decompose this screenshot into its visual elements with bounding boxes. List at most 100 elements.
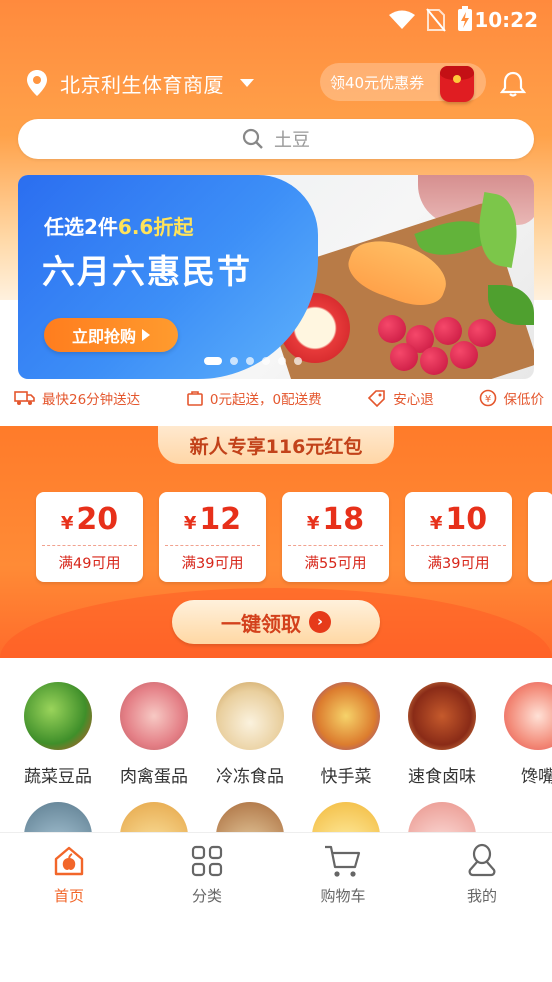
feature-label: 0元起送，0配送费 — [209, 392, 322, 408]
coupon-card[interactable]: ¥18 满55可用 — [282, 492, 389, 582]
banner-subtitle-highlight: 6.6折起 — [117, 215, 194, 239]
coupon-divider — [42, 545, 137, 546]
svg-text:¥: ¥ — [485, 394, 491, 405]
location-selector[interactable]: 北京利生体育商厦 — [26, 66, 254, 100]
chevron-down-icon — [240, 79, 254, 87]
red-envelope-icon — [440, 66, 474, 102]
promo-title: 新人专享116元红包 — [158, 426, 394, 464]
currency-symbol: ¥ — [60, 513, 74, 534]
service-features: 最快26分钟送达 0元起送，0配送费 安心退 ¥ 保低价 — [14, 388, 544, 408]
coupon-label: 领40元优惠券 — [330, 73, 425, 92]
meat-image — [120, 682, 188, 750]
category-label: 冷冻食品 — [216, 767, 284, 787]
frozen-food-image — [216, 682, 284, 750]
cart-icon — [325, 845, 361, 877]
search-placeholder: 土豆 — [274, 130, 310, 151]
feature-safe-return: 安心退 — [367, 388, 434, 408]
lychee-image — [420, 347, 448, 375]
tab-category[interactable]: 分类 — [167, 841, 247, 906]
coupon-card[interactable]: ¥10 满39可用 — [405, 492, 512, 582]
category-frozen[interactable]: 冷冻食品 — [202, 682, 298, 787]
currency-symbol: ¥ — [306, 513, 320, 534]
pagination-dot[interactable] — [294, 357, 302, 365]
coupon-divider — [165, 545, 260, 546]
lychee-image — [434, 317, 462, 345]
tab-cart[interactable]: 购物车 — [303, 841, 383, 906]
no-sim-icon — [426, 8, 446, 32]
category-label: 馋嘴 — [521, 767, 552, 787]
location-name: 北京利生体育商厦 — [60, 72, 224, 97]
shield-tag-icon — [368, 390, 386, 407]
search-input[interactable]: 土豆 — [18, 119, 534, 159]
bottom-tab-bar: 首页 分类 购物车 我的 — [0, 832, 552, 982]
feature-label: 最快26分钟送达 — [42, 392, 141, 408]
coupon-card[interactable]: ¥12 满39可用 — [159, 492, 266, 582]
lychee-image — [390, 343, 418, 371]
promo-banner[interactable]: 任选2件6.6折起 六月六惠民节 立即抢购 — [18, 175, 534, 379]
pagination-dot[interactable] — [262, 357, 270, 365]
quick-dish-image — [312, 682, 380, 750]
pagination-dot[interactable] — [204, 357, 222, 365]
feature-free-delivery: 0元起送，0配送费 — [186, 388, 322, 408]
tab-label: 购物车 — [320, 887, 366, 905]
currency-symbol: ¥ — [183, 513, 197, 534]
coupon-list: ¥20 满49可用 ¥12 满39可用 ¥18 满55可用 ¥10 满39可用 — [36, 492, 552, 582]
coupon-divider — [411, 545, 506, 546]
category-quick-dishes[interactable]: 快手菜 — [298, 682, 394, 787]
pagination-dot[interactable] — [246, 357, 254, 365]
pagination-dot[interactable] — [230, 357, 238, 365]
category-vegetables[interactable]: 蔬菜豆品 — [10, 682, 106, 787]
category-label: 蔬菜豆品 — [24, 767, 92, 787]
braised-food-image — [408, 682, 476, 750]
coupon-card-partial[interactable] — [528, 492, 552, 582]
buy-now-button[interactable]: 立即抢购 — [44, 318, 178, 352]
banner-subtitle: 任选2件6.6折起 — [44, 211, 193, 240]
category-meat[interactable]: 肉禽蛋品 — [106, 682, 202, 787]
coupon-amount: ¥12 — [159, 502, 266, 537]
coupon-condition: 满49可用 — [58, 556, 121, 572]
tab-label: 首页 — [53, 887, 84, 905]
tab-mine[interactable]: 我的 — [442, 841, 522, 906]
coupon-amount: ¥10 — [405, 502, 512, 537]
bag-icon — [187, 391, 203, 406]
coupon-amount: ¥18 — [282, 502, 389, 537]
currency-symbol: ¥ — [429, 513, 443, 534]
category-grid: 蔬菜豆品 肉禽蛋品 冷冻食品 快手菜 速食卤味 馋嘴 — [10, 682, 552, 787]
yuan-icon: ¥ — [480, 389, 497, 407]
coupon-value: 20 — [76, 502, 119, 537]
lychee-image — [468, 319, 496, 347]
pagination-dot[interactable] — [278, 357, 286, 365]
location-pin-icon — [27, 70, 47, 96]
grid-icon — [191, 845, 223, 877]
category-label: 肉禽蛋品 — [120, 767, 188, 787]
coupon-button[interactable]: 领40元优惠券 — [320, 63, 486, 102]
battery-charging-icon — [458, 6, 472, 31]
truck-icon — [14, 391, 35, 405]
banner-subtitle-prefix: 任选2件 — [44, 215, 118, 239]
coupon-condition: 满39可用 — [181, 556, 244, 572]
tab-home[interactable]: 首页 — [29, 841, 109, 906]
user-icon — [468, 843, 496, 877]
lychee-image — [450, 341, 478, 369]
arrow-right-icon: › — [309, 611, 331, 633]
feature-label: 保低价 — [503, 392, 544, 408]
tab-label: 我的 — [466, 887, 497, 905]
coupon-amount: ¥20 — [36, 502, 143, 537]
vegetables-image — [24, 682, 92, 750]
bell-icon[interactable] — [500, 70, 526, 98]
snacks-image — [504, 682, 552, 750]
search-icon — [242, 128, 263, 149]
feature-low-price: ¥ 保低价 — [479, 388, 544, 408]
clock: 10:22 — [474, 8, 538, 32]
newcomer-promo: 新人专享116元红包 ¥20 满49可用 ¥12 满39可用 ¥18 满55可用… — [0, 426, 552, 658]
coupon-card[interactable]: ¥20 满49可用 — [36, 492, 143, 582]
category-instant-braised[interactable]: 速食卤味 — [394, 682, 490, 787]
claim-all-button[interactable]: 一键领取 › — [172, 600, 380, 644]
feature-label: 安心退 — [393, 392, 434, 408]
coupon-value: 12 — [199, 502, 242, 537]
coupon-value: 10 — [445, 502, 488, 537]
category-snacks[interactable]: 馋嘴 — [490, 682, 552, 787]
banner-pagination — [204, 357, 302, 365]
coupon-value: 18 — [322, 502, 365, 537]
category-label: 速食卤味 — [408, 767, 476, 787]
